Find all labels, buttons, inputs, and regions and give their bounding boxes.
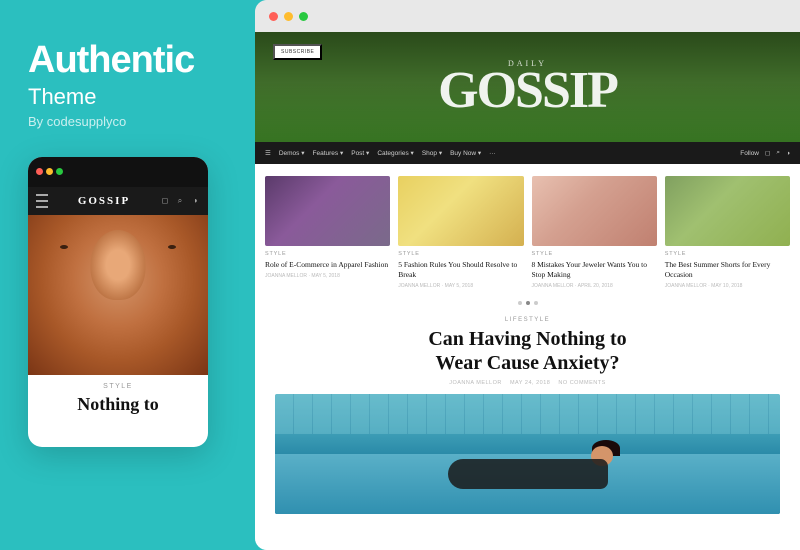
featured-meta: JOANNA MELLOR MAY 24, 2018 NO COMMENTS: [275, 380, 780, 386]
mobile-search-icon[interactable]: ⌕: [175, 196, 185, 206]
articles-grid: STYLE Role of E-Commerce in Apparel Fash…: [265, 176, 790, 289]
mobile-hero-image: [28, 215, 208, 375]
article-title-3: 8 Mistakes Your Jeweler Wants You to Sto…: [532, 260, 657, 280]
nav-demos[interactable]: Demos ▾: [279, 149, 305, 157]
nav-post[interactable]: Post ▾: [351, 149, 369, 157]
featured-image: [275, 394, 780, 514]
mobile-logo: GOSSIP: [78, 195, 130, 207]
left-panel: Authentic Theme By codesupplyco GOSSIP ◻…: [0, 0, 255, 550]
article-thumb-3: [532, 176, 657, 246]
featured-label: LIFESTYLE: [275, 317, 780, 323]
nav-buynow[interactable]: Buy Now ▾: [450, 149, 481, 157]
dot-3[interactable]: [534, 301, 538, 305]
carousel-dots: [255, 297, 800, 309]
website-preview: SUBSCRIBE Daily GOSSIP ☰ Demos ▾ Feature…: [255, 32, 800, 550]
figure-body: [428, 444, 628, 494]
chrome-dot-yellow[interactable]: [284, 12, 293, 21]
figure-torso: [448, 459, 608, 489]
chrome-dot-red[interactable]: [269, 12, 278, 21]
dot-1[interactable]: [518, 301, 522, 305]
brand-subtitle: Theme: [28, 84, 227, 110]
site-nav: ☰ Demos ▾ Features ▾ Post ▾ Categories ▾…: [255, 142, 800, 164]
article-tag-3: STYLE: [532, 251, 657, 257]
article-meta-1: JOANNA MELLOR · MAY 5, 2018: [265, 273, 390, 279]
right-panel: SUBSCRIBE Daily GOSSIP ☰ Demos ▾ Feature…: [255, 0, 800, 550]
article-tag-2: STYLE: [398, 251, 523, 257]
mobile-dot-red: [36, 168, 43, 175]
mobile-face: [28, 215, 208, 375]
nav-follow[interactable]: Follow: [740, 150, 759, 157]
article-tag-4: STYLE: [665, 251, 790, 257]
brand-by: By codesupplyco: [28, 114, 227, 129]
mobile-dot-yellow: [46, 168, 53, 175]
article-title-2: 5 Fashion Rules You Should Resolve to Br…: [398, 260, 523, 280]
hero-gossip-text: GOSSIP: [438, 62, 617, 119]
article-meta-4: JOANNA MELLOR · MAY 10, 2018: [665, 283, 790, 289]
article-thumb-4: [665, 176, 790, 246]
nav-categories[interactable]: Categories ▾: [377, 149, 414, 157]
dot-2[interactable]: [526, 301, 530, 305]
mobile-hamburger[interactable]: [36, 193, 48, 210]
article-card-4[interactable]: STYLE The Best Summer Shorts for Every O…: [665, 176, 790, 289]
pool-tiles: [275, 394, 780, 434]
nav-search-icon[interactable]: ⌕: [776, 149, 780, 157]
eye-left: [60, 245, 68, 249]
chrome-dot-green[interactable]: [299, 12, 308, 21]
hero-gossip-container: Daily GOSSIP: [438, 59, 617, 115]
mobile-mockup: GOSSIP ◻ ⌕ ◑ STYLE Nothing to: [28, 157, 208, 447]
article-meta-3: JOANNA MELLOR · APRIL 20, 2018: [532, 283, 657, 289]
subscribe-button[interactable]: SUBSCRIBE: [273, 44, 322, 60]
nav-user-icon[interactable]: ◑: [786, 150, 790, 157]
featured-section: LIFESTYLE Can Having Nothing toWear Caus…: [255, 309, 800, 522]
nav-shop[interactable]: Shop ▾: [422, 149, 442, 157]
mobile-cart-icon[interactable]: ◻: [160, 196, 170, 206]
mobile-article-tag: STYLE: [28, 375, 208, 390]
mobile-top-bar: [28, 157, 208, 187]
mobile-user-icon[interactable]: ◑: [190, 196, 200, 206]
nav-more[interactable]: ···: [489, 150, 496, 157]
featured-title: Can Having Nothing toWear Cause Anxiety?: [275, 327, 780, 375]
browser-chrome: [255, 0, 800, 32]
brand-title: Authentic: [28, 40, 227, 82]
nav-features[interactable]: Features ▾: [313, 149, 344, 157]
articles-section: STYLE Role of E-Commerce in Apparel Fash…: [255, 164, 800, 297]
nav-right: Follow ◻ ⌕ ◑: [740, 149, 790, 157]
mobile-nav-icons: ◻ ⌕ ◑: [160, 196, 200, 206]
nav-cart-icon[interactable]: ◻: [765, 149, 770, 157]
site-hero: SUBSCRIBE Daily GOSSIP: [255, 32, 800, 142]
article-card-3[interactable]: STYLE 8 Mistakes Your Jeweler Wants You …: [532, 176, 657, 289]
article-title-4: The Best Summer Shorts for Every Occasio…: [665, 260, 790, 280]
nav-hamburger-icon[interactable]: ☰: [265, 149, 271, 157]
eye-right: [168, 245, 176, 249]
article-card-1[interactable]: STYLE Role of E-Commerce in Apparel Fash…: [265, 176, 390, 289]
article-meta-2: JOANNA MELLOR · MAY 5, 2018: [398, 283, 523, 289]
article-tag-1: STYLE: [265, 251, 390, 257]
mobile-nav: GOSSIP ◻ ⌕ ◑: [28, 187, 208, 215]
article-thumb-2: [398, 176, 523, 246]
article-title-1: Role of E-Commerce in Apparel Fashion: [265, 260, 390, 270]
mobile-article-title: Nothing to: [28, 390, 208, 420]
face-shape: [91, 230, 146, 300]
article-thumb-1: [265, 176, 390, 246]
article-card-2[interactable]: STYLE 5 Fashion Rules You Should Resolve…: [398, 176, 523, 289]
mobile-dot-green: [56, 168, 63, 175]
